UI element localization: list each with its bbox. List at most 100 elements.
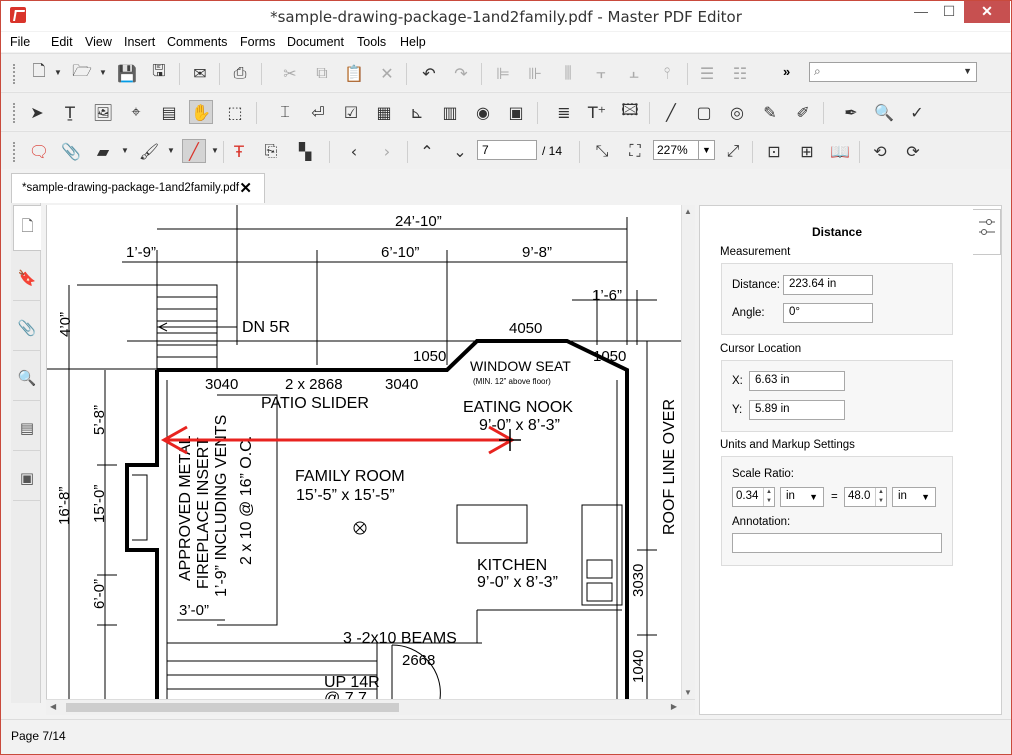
menu-help[interactable]: Help <box>400 35 426 49</box>
pencil-icon[interactable]: ✎ <box>758 100 782 124</box>
two-pages-icon[interactable]: 📖 <box>828 139 852 163</box>
vertical-scrollbar[interactable]: ▲ ▼ <box>681 205 695 699</box>
cut-icon[interactable]: ✂ <box>278 61 302 85</box>
signatures-panel-icon[interactable]: ▣ <box>13 455 41 501</box>
redo-icon[interactable]: ↷ <box>449 61 473 85</box>
ellipse-icon[interactable]: ◎ <box>725 100 749 124</box>
bookmarks-panel-icon[interactable]: 🔖 <box>13 255 41 301</box>
document-view[interactable]: 24’-10” 1’-9” 6’-10” 9’-8” 1’-6” 4050 10… <box>46 205 681 699</box>
radio-button-icon[interactable]: ◉ <box>471 100 495 124</box>
previous-page-icon[interactable]: ⌃ <box>415 139 439 163</box>
distribute-v-icon[interactable]: ☷ <box>728 61 752 85</box>
hand-tool-icon[interactable]: ✋ <box>189 100 213 124</box>
fit-page-icon[interactable]: ⛶ <box>623 139 647 163</box>
brush-dropdown-icon[interactable]: ▼ <box>167 146 175 155</box>
list-box-icon[interactable]: ⊾ <box>405 100 429 124</box>
y-field[interactable]: 5.89 in <box>749 400 845 420</box>
highlight-icon[interactable]: ✒ <box>839 100 863 124</box>
save-as-icon[interactable]: 🖫 <box>147 61 171 85</box>
toolbar-overflow-button[interactable]: » <box>783 64 790 79</box>
previous-arrow-icon[interactable]: ‹ <box>342 139 366 163</box>
text-field-icon[interactable]: ⌶ <box>273 100 297 124</box>
list-icon[interactable]: ▥ <box>438 100 462 124</box>
combo-box-icon[interactable]: ▦ <box>372 100 396 124</box>
menu-comments[interactable]: Comments <box>167 35 227 49</box>
align-top-icon[interactable]: ⫟ <box>589 61 613 85</box>
zoom-select[interactable]: 227% ▼ <box>653 140 715 160</box>
edit-forms-icon[interactable]: ▤ <box>157 100 181 124</box>
search-dropdown-icon[interactable]: ▼ <box>963 66 972 76</box>
attach-file-icon[interactable]: 📎 <box>59 139 83 163</box>
zoom-dropdown-icon[interactable]: ▼ <box>698 141 714 159</box>
edit-path-icon[interactable]: ⌖ <box>124 100 148 124</box>
measure-dropdown-icon[interactable]: ▼ <box>211 146 219 155</box>
annotation-field[interactable] <box>732 533 942 553</box>
minimize-button[interactable]: — <box>907 1 935 23</box>
close-tab-icon[interactable]: ✕ <box>239 179 252 197</box>
new-document-icon[interactable]: 🗋 <box>27 61 51 85</box>
properties-tab[interactable] <box>973 209 1001 255</box>
scale-left-unit-select[interactable]: in ▼ <box>780 487 824 507</box>
open-dropdown-icon[interactable]: ▼ <box>99 68 107 77</box>
add-text-icon[interactable]: ≣ <box>552 100 576 124</box>
continuous-icon[interactable]: ⊞ <box>795 139 819 163</box>
menu-file[interactable]: File <box>10 35 30 49</box>
eraser-icon[interactable]: ✐ <box>791 100 815 124</box>
spinner-arrows-icon[interactable]: ▲ ▼ <box>763 488 774 506</box>
highlighter-icon[interactable]: ▰ <box>91 139 115 163</box>
open-folder-icon[interactable]: 🗁 <box>70 61 94 85</box>
scroll-up-icon[interactable]: ▲ <box>684 207 692 216</box>
horizontal-scroll-thumb[interactable] <box>66 703 399 712</box>
new-dropdown-icon[interactable]: ▼ <box>54 68 62 77</box>
menu-document[interactable]: Document <box>287 35 344 49</box>
page-number-input[interactable]: 7 <box>477 140 537 160</box>
single-page-icon[interactable]: ⊡ <box>762 139 786 163</box>
rectangle-icon[interactable]: ▢ <box>692 100 716 124</box>
stamp-icon[interactable]: ⎘ <box>259 139 283 163</box>
menu-view[interactable]: View <box>85 35 112 49</box>
comment-icon[interactable]: 🗨 <box>27 139 51 163</box>
checkmark-icon[interactable]: ✓ <box>905 100 929 124</box>
edit-text-icon[interactable]: Ṯ <box>58 100 82 124</box>
menu-forms[interactable]: Forms <box>240 35 275 49</box>
distance-field[interactable]: 223.64 in <box>783 275 873 295</box>
scale-left-spinner[interactable]: 0.34 ▲ ▼ <box>732 487 775 507</box>
signature-field-icon[interactable]: ▣ <box>504 100 528 124</box>
line-icon[interactable]: ╱ <box>659 100 683 124</box>
measure-distance-icon[interactable]: ╱ <box>182 139 206 163</box>
close-button[interactable]: ✕ <box>964 1 1010 23</box>
menu-tools[interactable]: Tools <box>357 35 386 49</box>
delete-icon[interactable]: ✕ <box>375 61 399 85</box>
rotate-right-icon[interactable]: ⟳ <box>901 139 925 163</box>
document-tab[interactable]: *sample-drawing-package-1and2family.pdf … <box>11 173 265 203</box>
toolbar-grip[interactable] <box>13 64 16 84</box>
scale-right-unit-select[interactable]: in ▼ <box>892 487 936 507</box>
search-panel-icon[interactable]: 🔍 <box>13 355 41 401</box>
select-arrow-icon[interactable]: ➤ <box>25 100 49 124</box>
pages-icon[interactable]: ▚ <box>293 139 317 163</box>
edit-image-icon[interactable]: 🖼 <box>91 100 115 124</box>
scroll-left-icon[interactable]: ◀ <box>50 702 56 711</box>
angle-field[interactable]: 0° <box>783 303 873 323</box>
pages-panel-icon[interactable]: 🗋 <box>13 205 41 251</box>
next-arrow-icon[interactable]: › <box>375 139 399 163</box>
align-left-icon[interactable]: ⊫ <box>491 61 515 85</box>
menu-insert[interactable]: Insert <box>124 35 155 49</box>
layers-panel-icon[interactable]: ▤ <box>13 405 41 451</box>
find-icon[interactable]: 🔍 <box>872 100 896 124</box>
menu-edit[interactable]: Edit <box>51 35 73 49</box>
copy-icon[interactable]: ⧉ <box>310 61 334 85</box>
toolbar-grip[interactable] <box>13 103 16 123</box>
fit-width-icon[interactable]: ⤢ <box>721 139 745 163</box>
print-icon[interactable]: ⎙ <box>228 61 252 85</box>
checkbox-icon[interactable]: ☑ <box>339 100 363 124</box>
search-input[interactable]: ⌕ ▼ <box>809 62 977 82</box>
distribute-h-icon[interactable]: ☰ <box>695 61 719 85</box>
toolbar-grip[interactable] <box>13 142 16 162</box>
attachments-panel-icon[interactable]: 📎 <box>13 305 41 351</box>
insert-text-icon[interactable]: T⁺ <box>585 100 609 124</box>
align-center-h-icon[interactable]: ⫼ <box>556 61 580 85</box>
paste-icon[interactable]: 📋 <box>342 61 366 85</box>
x-field[interactable]: 6.63 in <box>749 371 845 391</box>
brush-icon[interactable]: 🖌 <box>137 139 161 163</box>
